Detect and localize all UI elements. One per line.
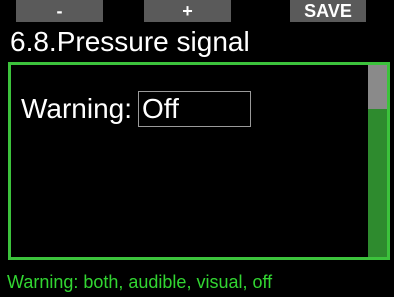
settings-panel: Warning: Off — [8, 62, 390, 260]
warning-setting-row: Warning: Off — [21, 91, 252, 127]
warning-value-field[interactable]: Off — [138, 91, 252, 127]
softkey-bar: - + SAVE — [0, 0, 394, 22]
warning-label: Warning: — [21, 93, 133, 124]
save-button[interactable]: SAVE — [290, 0, 366, 22]
increase-button[interactable]: + — [144, 0, 231, 22]
page-title: 6.8.Pressure signal — [10, 26, 250, 57]
scrollbar[interactable] — [368, 65, 387, 257]
decrease-button[interactable]: - — [16, 0, 103, 22]
scrollbar-thumb[interactable] — [368, 65, 387, 109]
help-text: Warning: both, audible, visual, off — [7, 272, 273, 292]
